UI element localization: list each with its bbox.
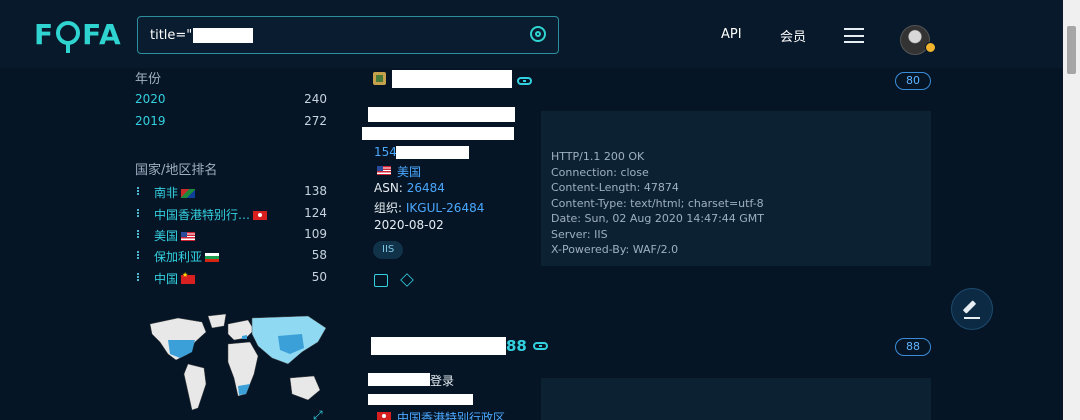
country-count: 138 — [304, 184, 327, 198]
hong-kong-flag-icon — [253, 211, 268, 220]
http-line: X-Powered-By: WAF/2.0 — [551, 243, 679, 256]
year-filter-2020[interactable]: 2020 240 — [135, 92, 327, 108]
country-label: 美国 — [154, 229, 179, 243]
rank-bullet-icon — [137, 251, 141, 259]
year-filter-2019[interactable]: 2019 272 — [135, 114, 327, 130]
bulgaria-flag-icon — [205, 253, 220, 262]
vip-badge-icon — [925, 42, 936, 53]
org-link[interactable]: IKGUL-26484 — [406, 201, 484, 215]
country-section-title: 国家/地区排名 — [135, 163, 218, 178]
search-box[interactable]: title=" — [137, 16, 559, 54]
country-label: 保加利亚 — [154, 250, 203, 264]
http-line: Date: Sun, 02 Aug 2020 14:47:44 GMT — [551, 212, 765, 225]
ip-link[interactable]: 154 — [374, 145, 397, 159]
redacted-host — [368, 373, 430, 386]
http-line: Content-Length: 47874 — [551, 181, 679, 194]
country-filter-bg[interactable]: 保加利亚 58 — [135, 248, 327, 264]
nav-api-link[interactable]: API — [721, 27, 742, 42]
us-flag-icon — [181, 232, 196, 241]
rank-bullet-icon — [137, 187, 141, 195]
world-map[interactable] — [140, 312, 330, 420]
redacted-host-2 — [362, 127, 514, 140]
country-label: 中国 — [154, 272, 179, 286]
http-line: Server: IIS — [551, 227, 608, 241]
search-query-text[interactable]: title=" — [150, 28, 192, 43]
map-europe[interactable] — [227, 319, 255, 341]
rank-bullet-icon — [137, 273, 141, 281]
http-line: Content-Type: text/html; charset=utf-8 — [551, 196, 764, 210]
country-count: 58 — [311, 248, 327, 262]
nav-vip-link[interactable]: 会员 — [780, 26, 806, 45]
search-icon[interactable] — [530, 26, 546, 42]
south-africa-flag-icon — [181, 189, 196, 198]
country-label: 南非 — [154, 186, 179, 200]
asn-line: ASN: 26484 — [374, 181, 445, 195]
year-section-title: 年份 — [135, 72, 162, 87]
code-icon[interactable] — [374, 274, 388, 287]
port-badge[interactable]: 88 — [895, 338, 931, 356]
country-count: 50 — [311, 270, 327, 284]
scroll-thumb[interactable] — [1067, 26, 1076, 74]
asn-link[interactable]: 26484 — [407, 181, 445, 195]
country-filter-cn[interactable]: 中国 50 — [135, 270, 327, 286]
http-header-panel — [541, 378, 931, 420]
redacted-ip — [396, 146, 469, 159]
http-header-panel: HTTP/1.1 200 OK Connection: close Conten… — [541, 111, 931, 266]
redacted-title — [371, 337, 506, 355]
year-count: 272 — [304, 114, 327, 128]
result-title-suffix[interactable]: 88 — [506, 337, 527, 355]
org-line: 组织: IKGUL-26484 — [374, 199, 484, 216]
country-label: 中国香港特别行… — [154, 208, 251, 222]
link-icon[interactable] — [533, 342, 548, 350]
map-expand-icon[interactable]: ⤢ — [313, 408, 323, 420]
edit-feedback-button[interactable] — [951, 288, 993, 330]
location-link[interactable]: 中国香港特别行政区 — [397, 409, 505, 420]
login-text: 登录 — [430, 374, 455, 388]
asn-label: ASN: — [374, 181, 403, 195]
redacted-query — [193, 27, 254, 43]
cube-icon[interactable] — [400, 273, 414, 287]
country-filter-us[interactable]: 美国 109 — [135, 227, 327, 243]
country-count: 124 — [304, 206, 327, 220]
year-label: 2020 — [135, 92, 166, 106]
rank-bullet-icon — [137, 209, 141, 217]
hamburger-menu-icon[interactable] — [844, 28, 864, 43]
map-south-america[interactable] — [183, 363, 207, 411]
redacted-title — [392, 70, 512, 88]
redacted-host-2 — [368, 394, 473, 405]
map-australia[interactable] — [289, 375, 321, 401]
country-count: 109 — [304, 227, 327, 241]
ip-prefix: 154 — [374, 145, 397, 159]
http-line: Connection: close — [551, 165, 649, 179]
rank-bullet-icon — [137, 230, 141, 238]
us-flag-icon — [377, 166, 391, 175]
http-line: HTTP/1.1 200 OK — [551, 150, 645, 163]
redacted-host — [368, 107, 515, 122]
year-count: 240 — [304, 92, 327, 106]
org-label: 组织: — [374, 201, 403, 215]
country-filter-hk[interactable]: 中国香港特别行… 124 — [135, 206, 327, 222]
year-label: 2019 — [135, 114, 166, 128]
link-icon[interactable] — [517, 77, 532, 85]
country-filter-za[interactable]: 南非 138 — [135, 184, 327, 200]
hong-kong-flag-icon — [377, 412, 391, 420]
date-text: 2020-08-02 — [374, 218, 444, 232]
fofa-logo[interactable]: F FA — [34, 18, 122, 53]
site-favicon-icon — [373, 72, 386, 85]
location-link[interactable]: 美国 — [397, 163, 421, 180]
map-greenland[interactable] — [207, 313, 227, 329]
port-badge[interactable]: 80 — [895, 72, 931, 90]
china-flag-icon — [181, 271, 196, 284]
server-tag[interactable]: IIS — [373, 241, 404, 259]
page-scrollbar[interactable] — [1063, 0, 1080, 420]
